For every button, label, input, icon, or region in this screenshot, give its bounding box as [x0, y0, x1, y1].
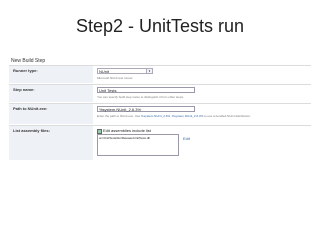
step-name-label: Step name: [9, 85, 93, 102]
nunit-path-label: Path to NUnit.exe: [9, 104, 93, 124]
build-step-screenshot: New Build Step Runner type: NUnit ▾ Micr… [9, 56, 311, 164]
step-name-row: Step name: Unit Tests You can specify bu… [9, 85, 311, 102]
assembly-files-row: List assembly files: Edit assemblies inc… [9, 126, 311, 160]
runner-type-hint: Microsoft NUnit test runner [97, 76, 133, 80]
chevron-down-icon: ▾ [146, 69, 152, 73]
step-name-input[interactable]: Unit Tests [97, 87, 195, 93]
edit-assemblies-link[interactable]: Edit [183, 136, 190, 141]
assembly-files-label: List assembly files: [9, 126, 93, 160]
assembly-files-textarea[interactable]: src\UnitTests\bin\Release\UnitTests.dll [97, 134, 179, 156]
runner-type-label: Runner type: [9, 66, 93, 83]
runner-type-select[interactable]: NUnit ▾ [97, 68, 153, 74]
nunit-path-input[interactable]: %system.NUnit_2.6.3% [97, 106, 195, 112]
slide-title: Step2 - UnitTests run [75, 16, 245, 36]
nunit-path-row: Path to NUnit.exe: %system.NUnit_2.6.3% … [9, 104, 311, 124]
page-title: New Build Step [11, 58, 46, 64]
assembly-files-value: src\UnitTests\bin\Release\UnitTests.dll [99, 136, 150, 140]
edit-assemblies-label: Edit assemblies include list [103, 128, 151, 133]
nunit-path-hint: Enter the path to NUnit.exe. Use %system… [97, 114, 251, 118]
step-name-hint: You can specify build step name to disti… [97, 95, 184, 99]
nunit-version-link[interactable]: %system.NUnit_2.6.3% [172, 114, 204, 118]
nunit-version-link[interactable]: %system.NUnit_2.6% [141, 114, 170, 118]
runner-type-row: Runner type: NUnit ▾ Microsoft NUnit tes… [9, 66, 311, 83]
